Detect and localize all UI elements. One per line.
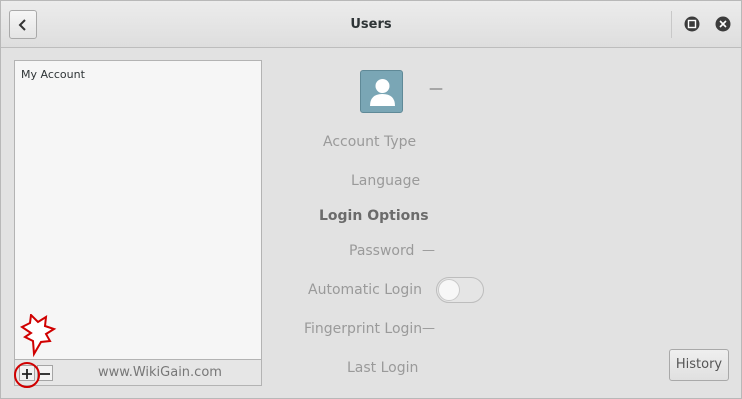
restore-button[interactable] bbox=[684, 16, 700, 32]
history-button[interactable]: History bbox=[669, 349, 729, 381]
password-value[interactable]: — bbox=[422, 243, 435, 258]
watermark-text: www.WikiGain.com bbox=[98, 365, 222, 380]
users-window: Users My Account www.WikiGain.com — Acco… bbox=[0, 0, 742, 399]
login-options-heading: Login Options bbox=[319, 208, 429, 224]
user-avatar[interactable] bbox=[360, 70, 403, 113]
highlight-circle bbox=[14, 362, 40, 388]
last-login-label: Last Login bbox=[347, 360, 419, 376]
password-label: Password bbox=[349, 243, 415, 259]
fingerprint-login-value[interactable]: — bbox=[422, 321, 435, 336]
automatic-login-toggle[interactable] bbox=[436, 277, 484, 303]
account-type-label: Account Type bbox=[323, 134, 417, 150]
username-value[interactable]: — bbox=[429, 81, 443, 97]
user-list-item-my-account[interactable]: My Account bbox=[21, 68, 85, 81]
window-restore-icon bbox=[684, 16, 700, 32]
close-button[interactable] bbox=[715, 16, 731, 32]
language-label: Language bbox=[351, 173, 421, 189]
window-close-icon bbox=[715, 16, 731, 32]
user-avatar-icon bbox=[370, 79, 395, 106]
user-list-toolbar: www.WikiGain.com bbox=[14, 359, 262, 386]
fingerprint-login-label: Fingerprint Login bbox=[304, 321, 423, 337]
toggle-knob bbox=[438, 279, 460, 301]
header-separator bbox=[671, 11, 672, 38]
minus-icon bbox=[40, 373, 50, 375]
highlight-burst-icon bbox=[20, 314, 57, 358]
header-bar: Users bbox=[1, 1, 741, 48]
automatic-login-label: Automatic Login bbox=[308, 282, 423, 298]
window-title: Users bbox=[350, 17, 392, 32]
